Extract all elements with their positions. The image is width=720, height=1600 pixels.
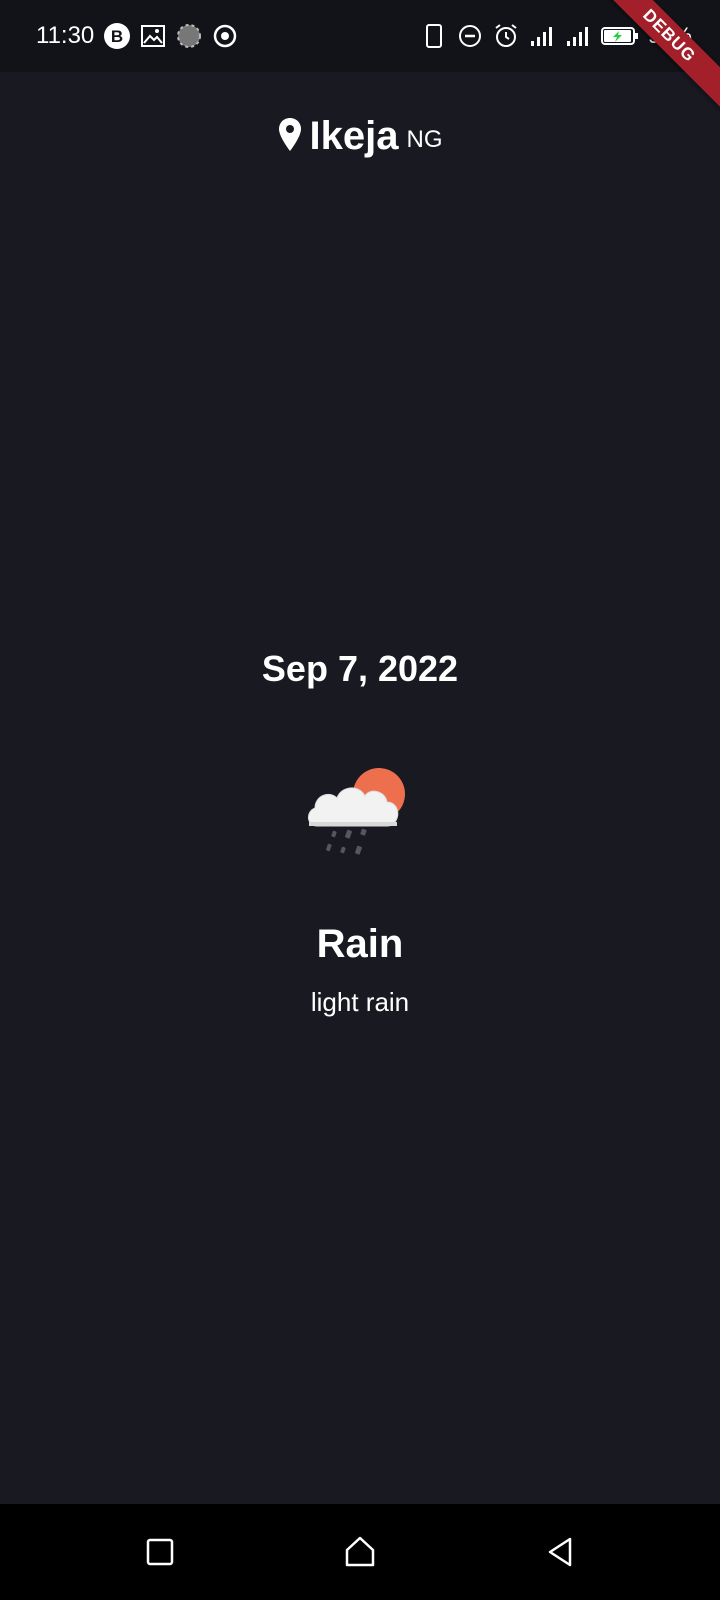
- loading-icon: [177, 24, 201, 48]
- alarm-icon: [495, 24, 517, 47]
- gallery-icon: [141, 25, 165, 47]
- cloud-sun-rain-icon: [308, 768, 405, 855]
- signal-icon: [530, 27, 552, 46]
- app-screen: 11:30 B DEBUG Ikeja NG Sep 7, 2022 Rain …: [0, 0, 720, 1600]
- country-code: NG: [406, 126, 443, 153]
- status-time: 11:30: [36, 22, 95, 49]
- weather-date: Sep 7, 2022: [261, 648, 459, 689]
- home-icon[interactable]: [340, 1532, 380, 1572]
- svg-text:B: B: [111, 27, 123, 46]
- signal-icon-2: [566, 27, 588, 46]
- weather-description: light rain: [310, 987, 410, 1017]
- city-name: Ikeja: [309, 114, 399, 158]
- record-icon: [213, 24, 237, 48]
- location-pin-icon: [278, 118, 301, 151]
- dnd-icon: [458, 25, 481, 47]
- back-icon[interactable]: [540, 1532, 580, 1572]
- debug-banner: DEBUG: [591, 0, 720, 114]
- status-left-icons: B: [103, 22, 239, 50]
- status-bar: 11:30 B DEBUG: [0, 0, 720, 114]
- battery-charging-icon: [600, 27, 638, 45]
- bitcoin-icon: B: [104, 23, 130, 49]
- phone-icon: [425, 24, 442, 48]
- location-header[interactable]: Ikeja NG: [0, 112, 720, 160]
- recents-icon[interactable]: [140, 1532, 180, 1572]
- weather-condition: Rain: [316, 922, 404, 966]
- navigation-bar: [0, 1504, 720, 1600]
